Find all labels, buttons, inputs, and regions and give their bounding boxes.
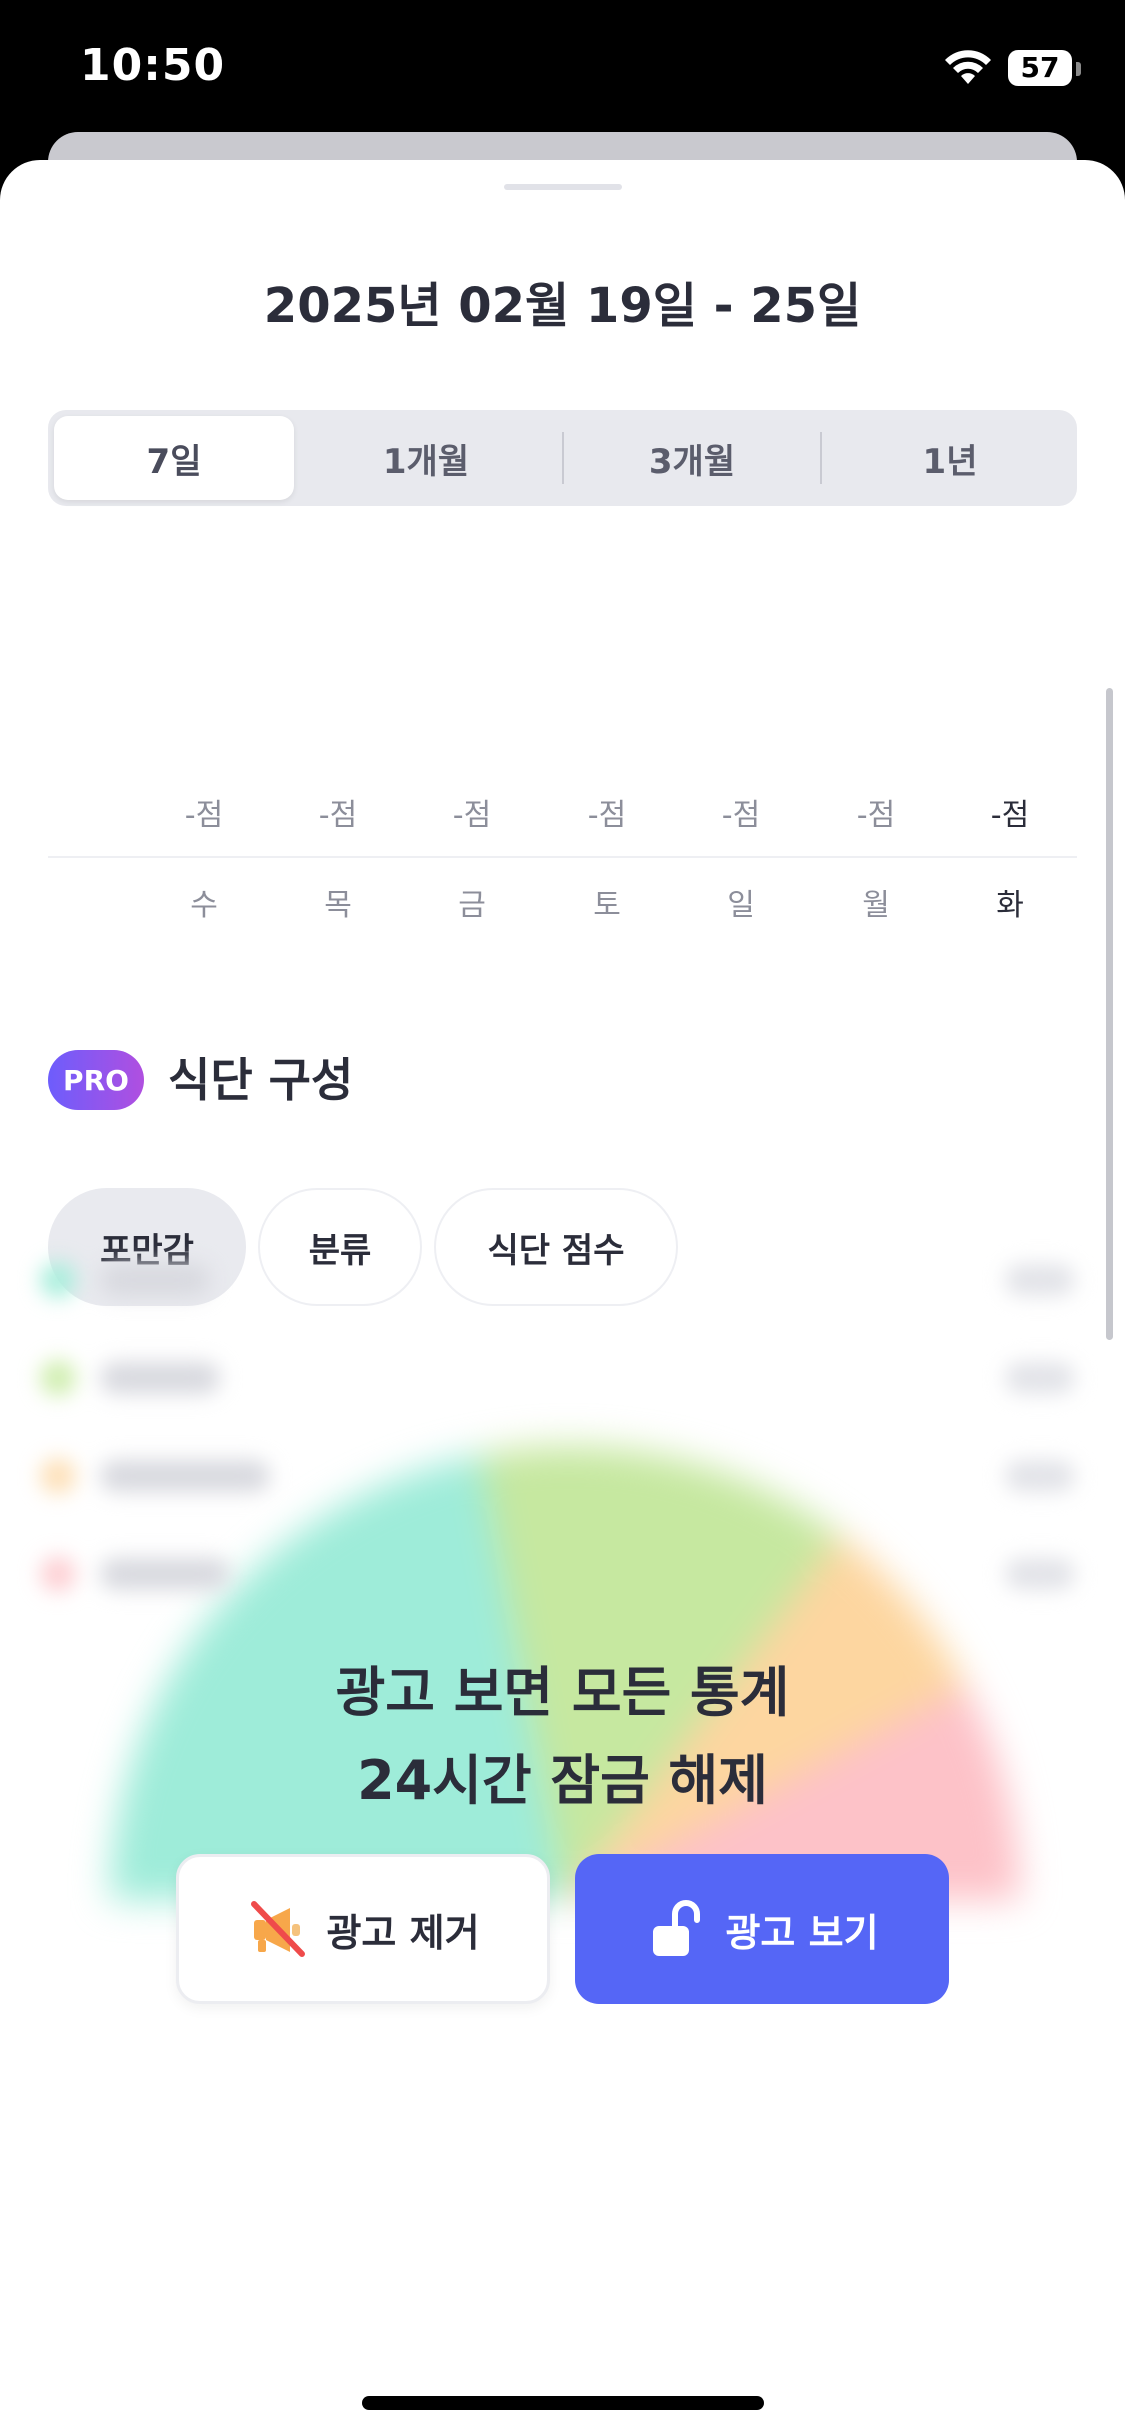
blurred-legend-row [20,1250,1105,1310]
blurred-legend-row [20,1544,1105,1604]
tab-7-days[interactable]: 7일 [54,416,294,500]
weekday-label: 월 [862,888,890,923]
weekday-label: 일 [727,888,755,923]
weekday-label: 목 [324,888,352,923]
sheet-grabber[interactable] [504,184,622,190]
tab-1-month[interactable]: 1개월 [298,416,554,500]
legend-dot [40,1556,76,1592]
day-score: -점 [452,798,492,833]
legend-label-placeholder [100,1460,270,1492]
weekday-label: 토 [593,888,621,923]
unlock-message-line2: 24시간 잠금 해제 [357,1749,768,1812]
score-row: -점 -점 -점 -점 -점 -점 -점 [48,790,1077,840]
weekday-label-today: 화 [996,888,1024,923]
day-score: -점 [856,798,896,833]
day-score: -점 [184,798,224,833]
battery-level: 57 [1020,51,1060,84]
legend-value-placeholder [1005,1362,1075,1394]
date-range-title: 2025년 02월 19일 - 25일 [263,278,862,334]
status-bar: 10:50 57 [0,0,1125,140]
unlock-icon [653,1900,701,1956]
day-score-today: -점 [990,798,1030,833]
home-indicator[interactable] [362,2396,764,2410]
legend-dot [40,1262,76,1298]
statistics-sheet: 2025년 02월 19일 - 25일 7일 1개월 3개월 1년 -점 -점 … [0,160,1125,2436]
chart-axis-line [48,856,1077,858]
legend-dot [40,1360,76,1396]
legend-label-placeholder [100,1558,230,1590]
wifi-icon [945,50,991,84]
day-score: -점 [587,798,627,833]
legend-label-placeholder [100,1264,210,1296]
pro-badge: PRO [48,1050,144,1110]
blurred-legend-row [20,1446,1105,1506]
weekday-label: 수 [190,888,218,923]
blurred-legend-row [20,1348,1105,1408]
unlock-message-line1: 광고 보면 모든 통계 [335,1661,790,1724]
weekday-row: 수 목 금 토 일 월 화 [48,880,1077,930]
battery-icon: 57 [1008,50,1072,86]
section-title: 식단 구성 [168,1053,354,1107]
legend-value-placeholder [1005,1558,1075,1590]
scrollbar[interactable] [1106,688,1113,1340]
megaphone-slash-icon [251,1901,306,1957]
watch-ad-button[interactable]: 광고 보기 [575,1854,949,2004]
watch-ad-label: 광고 보기 [725,1910,879,1955]
status-time: 10:50 [80,40,226,91]
battery-cap [1076,62,1081,76]
remove-ads-label: 광고 제거 [326,1910,480,1955]
day-score: -점 [318,798,358,833]
period-segmented-control: 7일 1개월 3개월 1년 [48,410,1077,506]
tab-3-months[interactable]: 3개월 [564,416,820,500]
legend-value-placeholder [1005,1460,1075,1492]
legend-value-placeholder [1005,1264,1075,1296]
day-score: -점 [721,798,761,833]
remove-ads-button[interactable]: 광고 제거 [176,1854,550,2004]
legend-dot [40,1458,76,1494]
legend-label-placeholder [100,1362,220,1394]
weekday-label: 금 [458,888,486,923]
tab-1-year[interactable]: 1년 [822,416,1078,500]
